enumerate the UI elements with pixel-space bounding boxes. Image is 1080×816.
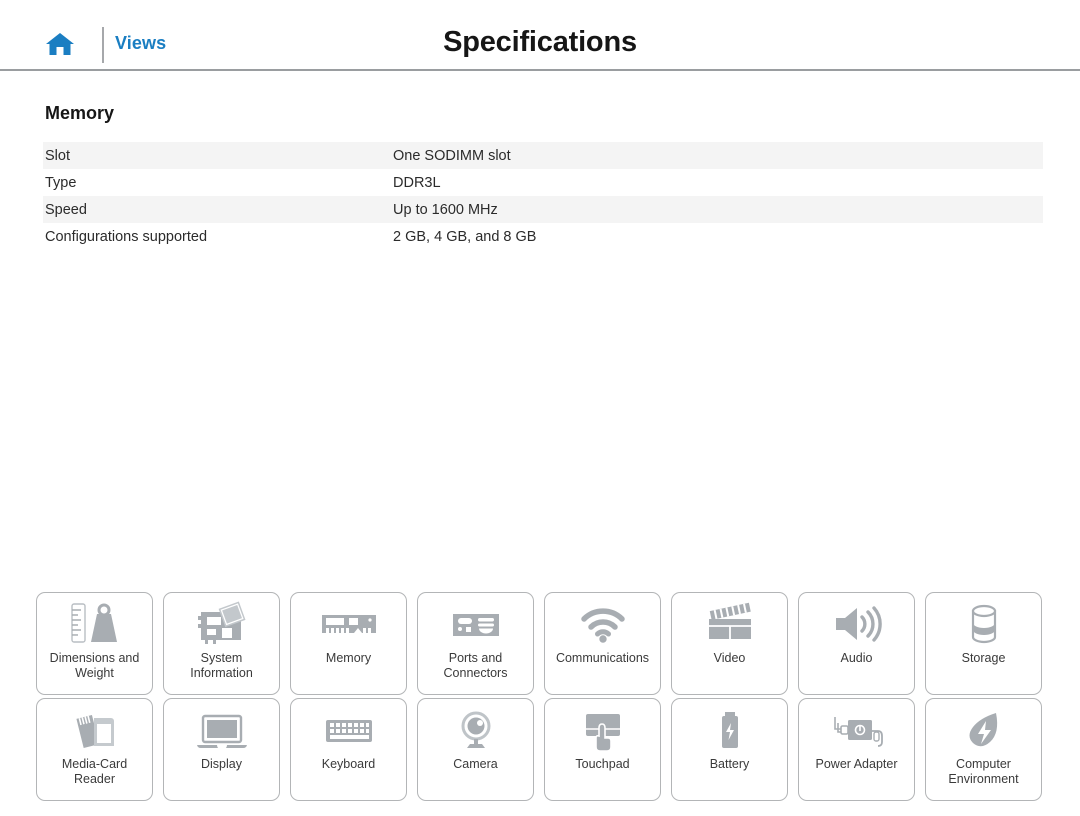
media-card-icon bbox=[37, 699, 152, 757]
tile-display[interactable]: Display bbox=[163, 698, 280, 801]
speaker-icon bbox=[799, 593, 914, 651]
spec-key: Slot bbox=[45, 147, 70, 164]
spec-value: 2 GB, 4 GB, and 8 GB bbox=[393, 228, 537, 245]
ruler-weight-icon bbox=[37, 593, 152, 651]
tile-ports-and-connectors[interactable]: Ports and Connectors bbox=[417, 592, 534, 695]
tile-communications[interactable]: Communications bbox=[544, 592, 661, 695]
header-rule bbox=[0, 69, 1080, 71]
tile-dimensions-and-weight[interactable]: Dimensions and Weight bbox=[36, 592, 153, 695]
table-row: Speed Up to 1600 MHz bbox=[43, 196, 1043, 223]
tile-label: Touchpad bbox=[575, 757, 630, 771]
tile-label: Keyboard bbox=[321, 757, 376, 771]
tile-system-information[interactable]: System Information bbox=[163, 592, 280, 695]
power-adapter-icon bbox=[799, 699, 914, 757]
tile-label: Media-Card Reader bbox=[61, 757, 128, 786]
tile-label: Video bbox=[713, 651, 746, 665]
spec-value: One SODIMM slot bbox=[393, 147, 511, 164]
tile-camera[interactable]: Camera bbox=[417, 698, 534, 801]
tile-keyboard[interactable]: Keyboard bbox=[290, 698, 407, 801]
tile-label: Computer Environment bbox=[948, 757, 1019, 786]
battery-icon bbox=[672, 699, 787, 757]
tile-storage[interactable]: Storage bbox=[925, 592, 1042, 695]
spec-value: DDR3L bbox=[393, 174, 441, 191]
specification-table: Slot One SODIMM slot Type DDR3L Speed Up… bbox=[43, 142, 1043, 250]
tile-label: Storage bbox=[961, 651, 1006, 665]
tile-label: System Information bbox=[190, 651, 253, 680]
spec-key: Speed bbox=[45, 201, 87, 218]
tile-video[interactable]: Video bbox=[671, 592, 788, 695]
tile-label: Memory bbox=[325, 651, 372, 665]
clapperboard-icon bbox=[672, 593, 787, 651]
tile-computer-environment[interactable]: Computer Environment bbox=[925, 698, 1042, 801]
wifi-icon bbox=[545, 593, 660, 651]
tile-label: Power Adapter bbox=[815, 757, 898, 771]
memory-module-icon bbox=[291, 593, 406, 651]
tile-label: Audio bbox=[840, 651, 873, 665]
spec-value: Up to 1600 MHz bbox=[393, 201, 498, 218]
tile-memory[interactable]: Memory bbox=[290, 592, 407, 695]
tile-media-card-reader[interactable]: Media-Card Reader bbox=[36, 698, 153, 801]
disk-cylinder-icon bbox=[926, 593, 1041, 651]
touchpad-hand-icon bbox=[545, 699, 660, 757]
app-header: Views Specifications bbox=[0, 0, 1080, 71]
table-row: Type DDR3L bbox=[43, 169, 1043, 196]
tile-label: Communications bbox=[555, 651, 650, 665]
tile-label: Ports and Connectors bbox=[443, 651, 508, 680]
ports-icon bbox=[418, 593, 533, 651]
spec-key: Type bbox=[45, 174, 77, 191]
section-heading: Memory bbox=[45, 103, 115, 123]
tile-audio[interactable]: Audio bbox=[798, 592, 915, 695]
leaf-bolt-icon bbox=[926, 699, 1041, 757]
tile-touchpad[interactable]: Touchpad bbox=[544, 698, 661, 801]
webcam-icon bbox=[418, 699, 533, 757]
spec-key: Configurations supported bbox=[45, 228, 208, 245]
page-title: Specifications bbox=[443, 26, 637, 58]
laptop-screen-icon bbox=[164, 699, 279, 757]
table-row: Slot One SODIMM slot bbox=[43, 142, 1043, 169]
tile-battery[interactable]: Battery bbox=[671, 698, 788, 801]
tile-label: Display bbox=[201, 757, 242, 771]
table-row: Configurations supported 2 GB, 4 GB, and… bbox=[43, 223, 1043, 250]
tile-label: Camera bbox=[453, 757, 498, 771]
specification-section: Memory Slot One SODIMM slot Type DDR3L S… bbox=[43, 103, 1043, 250]
motherboard-icon bbox=[164, 593, 279, 651]
keyboard-icon bbox=[291, 699, 406, 757]
tile-label: Dimensions and Weight bbox=[49, 651, 140, 680]
category-tile-grid: Dimensions and Weight System Information bbox=[36, 592, 1044, 801]
tile-power-adapter[interactable]: Power Adapter bbox=[798, 698, 915, 801]
tile-label: Battery bbox=[709, 757, 750, 771]
